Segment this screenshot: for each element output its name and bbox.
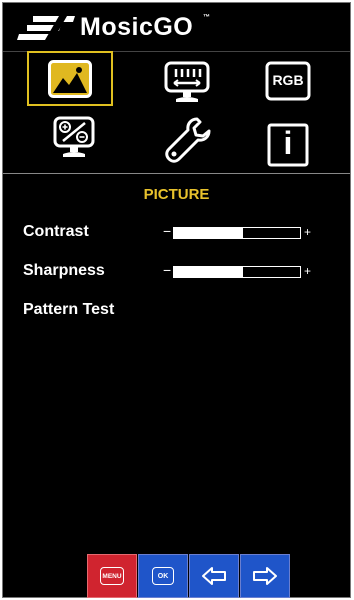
brand-logo-icon [17,16,75,40]
menu-item-settings[interactable] [163,115,213,165]
divider [3,173,350,174]
monitor-adjust-icon [164,61,210,102]
right-arrow-button[interactable] [240,554,290,598]
sharpness-label: Sharpness [23,262,105,279]
menu-item-picture[interactable] [27,51,113,106]
ok-button[interactable]: OK [138,554,188,598]
rgb-label: RGB [272,72,304,88]
pattern-test-item[interactable]: Pattern Test [23,301,114,319]
left-arrow-icon [202,567,226,585]
picture-icon [48,60,92,98]
contrast-fill [174,228,244,238]
menu-item-display[interactable] [164,61,210,105]
ok-key-label: OK [152,567,174,585]
menu-item-info[interactable]: i [267,123,309,167]
control-buttons: MENU OK [87,554,293,598]
menu-item-color[interactable] [53,116,95,160]
info-label: i [283,125,293,161]
sharpness-minus[interactable]: − [163,262,171,278]
osd-panel: MosicGO ™ RGB i PICTURE Contrast − + Sha… [2,2,351,598]
wrench-icon [165,117,211,163]
brand-name: MosicGO [80,13,194,41]
menu-button[interactable]: MENU [87,554,137,598]
contrast-minus[interactable]: − [163,223,171,239]
monitor-color-icon [53,116,95,157]
sharpness-track[interactable] [173,266,301,278]
sharpness-slider[interactable]: − + [163,262,318,282]
menu-item-rgb[interactable]: RGB [265,61,311,101]
contrast-track[interactable] [173,227,301,239]
sharpness-fill [174,267,244,277]
contrast-plus[interactable]: + [304,223,311,241]
header: MosicGO ™ [3,3,350,52]
contrast-slider[interactable]: − + [163,223,318,243]
menu-key-label: MENU [100,567,124,585]
section-title: PICTURE [143,186,210,203]
left-arrow-button[interactable] [189,554,239,598]
menu-icon-grid: RGB i [3,51,350,173]
right-arrow-icon [253,567,277,585]
contrast-label: Contrast [23,223,89,240]
trademark-mark: ™ [203,14,210,21]
sharpness-plus[interactable]: + [304,262,311,280]
